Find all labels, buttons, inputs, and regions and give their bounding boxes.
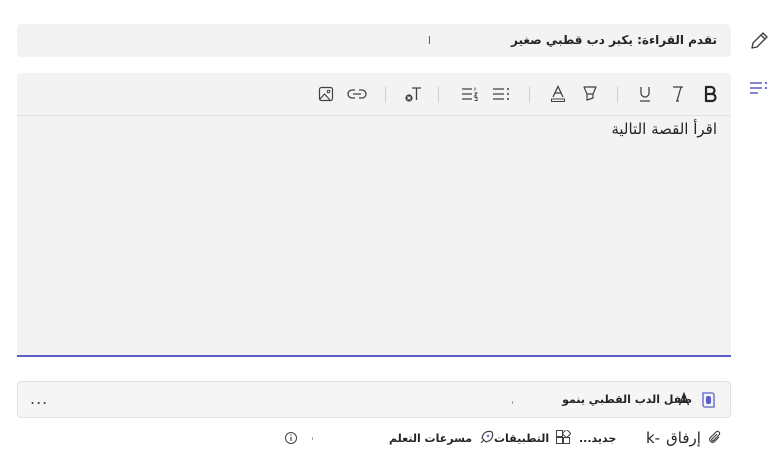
instructions-text: اقرأ القصة التالية <box>611 120 717 138</box>
attachment-item[interactable]: ... طفل الدب القطبي ينمو <box>17 381 731 418</box>
info-icon[interactable] <box>284 427 298 449</box>
attach-button[interactable]: إرفاق k- <box>646 427 723 449</box>
bulleted-list-icon[interactable] <box>489 82 513 106</box>
numbered-list-icon[interactable] <box>458 82 482 106</box>
accelerators-label: مسرعات التعلم <box>389 431 473 445</box>
image-icon[interactable] <box>314 82 338 106</box>
attach-label: إرفاق <box>666 429 701 447</box>
apps-grid-icon <box>556 430 572 444</box>
learning-accelerators-button[interactable]: مسرعات التعلم <box>389 427 494 449</box>
apps-button[interactable]: التطبيقات <box>494 427 572 449</box>
rocket-icon <box>480 430 494 444</box>
divider-dot <box>312 437 313 440</box>
action-bar: إرفاق k- جديد... التطبيقات مسرعات التعلم <box>0 427 784 449</box>
new-label: جديد... <box>579 431 617 445</box>
italic-icon[interactable] <box>666 82 690 106</box>
checklist-icon[interactable] <box>744 74 774 104</box>
link-icon[interactable] <box>345 82 369 106</box>
reading-progress-icon <box>700 390 718 414</box>
apps-label: التطبيقات <box>494 431 550 445</box>
assignment-title-field[interactable]: تقدم القراءة: يكبر دب قطبي صغير <box>17 24 731 57</box>
new-button[interactable]: جديد... <box>579 427 616 449</box>
clear-formatting-icon[interactable] <box>401 82 425 106</box>
highlighter-icon[interactable] <box>578 82 602 106</box>
font-a-icon <box>678 391 690 410</box>
paperclip-icon <box>709 430 721 443</box>
underline-icon[interactable] <box>633 82 657 106</box>
assignment-title-text: تقدم القراءة: يكبر دب قطبي صغير <box>511 33 717 47</box>
divider-dot <box>512 401 513 404</box>
toolbar-separator <box>617 86 618 103</box>
text-caret <box>429 36 430 44</box>
pencil-icon[interactable] <box>744 26 774 56</box>
bold-icon[interactable] <box>698 82 722 106</box>
instructions-editor[interactable]: اقرأ القصة التالية <box>17 73 731 357</box>
more-options-button[interactable]: ... <box>30 389 48 408</box>
font-color-icon[interactable] <box>546 82 570 106</box>
attach-shortcut: k- <box>646 429 661 447</box>
toolbar-separator <box>529 86 530 103</box>
toolbar-separator <box>385 86 386 103</box>
formatting-toolbar <box>17 73 731 116</box>
toolbar-separator <box>438 86 439 103</box>
attachment-name: طفل الدب القطبي ينمو <box>562 393 692 406</box>
